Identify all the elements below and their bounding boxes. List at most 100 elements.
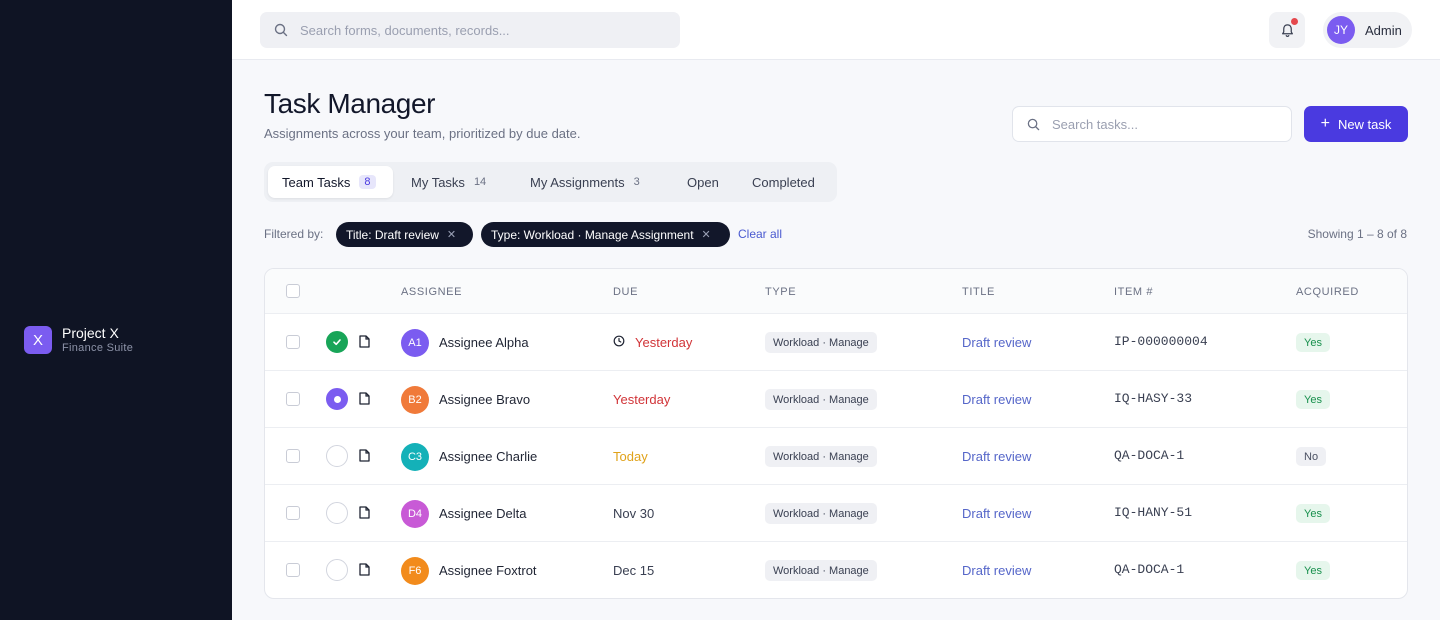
item-number: QA-DOCA-1 — [1114, 448, 1185, 463]
due-date: Yesterday — [613, 392, 670, 407]
document-icon — [359, 563, 370, 581]
item-number: IP-000000004 — [1114, 334, 1208, 349]
tab-label: Team Tasks — [282, 174, 351, 190]
column-header[interactable]: DUE — [613, 286, 638, 298]
column-header[interactable]: ITEM # — [1114, 286, 1153, 298]
sidebar: X Project X Finance Suite — [0, 0, 232, 620]
table-row[interactable]: B2 Assignee Bravo Yesterday Workload · Mana… — [265, 371, 1407, 428]
user-menu[interactable]: JY Admin — [1323, 12, 1412, 48]
task-search-input[interactable] — [1052, 116, 1272, 132]
column-header[interactable]: ACQUIRED — [1296, 286, 1359, 298]
type-badge: Workload · Manage — [765, 560, 877, 581]
close-icon[interactable]: ✕ — [702, 228, 711, 241]
new-task-label: New task — [1337, 116, 1392, 132]
tab-count: 3 — [633, 176, 640, 188]
due-label: Dec 15 — [613, 563, 655, 578]
page-title: Task Manager — [264, 88, 436, 119]
clear-filters-link[interactable]: Clear all — [738, 227, 782, 241]
column-header[interactable]: ASSIGNEE — [401, 286, 462, 298]
due-label: Nov 30 — [613, 506, 655, 521]
assignee-name: Assignee Bravo — [439, 392, 531, 407]
task-title-link[interactable]: Draft review — [962, 335, 1031, 350]
due-date: Dec 15 — [613, 563, 654, 578]
type-badge: Workload · Manage — [765, 389, 877, 410]
column-header[interactable]: TYPE — [765, 286, 796, 298]
avatar: JY — [1327, 16, 1355, 44]
filter-chip-type[interactable]: Type: Workload · Manage Assignment ✕ — [481, 222, 730, 247]
type-badge: Workload · Manage — [765, 332, 877, 353]
notification-dot — [1291, 18, 1298, 25]
tab-label: Completed — [752, 174, 815, 190]
results-count: Showing 1 – 8 of 8 — [1307, 227, 1407, 241]
task-title-link[interactable]: Draft review — [962, 563, 1031, 578]
close-icon[interactable]: ✕ — [447, 228, 456, 241]
due-date: Nov 30 — [613, 506, 654, 521]
status-open-icon[interactable] — [326, 445, 348, 467]
avatar: D4 — [401, 500, 429, 528]
notifications-button[interactable] — [1269, 12, 1305, 48]
document-icon — [359, 335, 370, 353]
filter-chip-label: Title: Draft review — [346, 227, 439, 242]
filter-chip-title[interactable]: Title: Draft review ✕ — [336, 222, 473, 247]
brand-subtitle: Finance Suite — [62, 342, 134, 354]
task-title-link[interactable]: Draft review — [962, 449, 1031, 464]
filter-chip-label: Type: Workload · Manage Assignment — [491, 227, 694, 242]
avatar: C3 — [401, 443, 429, 471]
table-row[interactable]: A1 Assignee Alpha Yesterday Workload · Mana… — [265, 314, 1407, 371]
avatar: A1 — [401, 329, 429, 357]
assignee-name: Assignee Foxtrot — [439, 563, 537, 578]
document-icon — [359, 392, 370, 410]
tab-label: My Assignments — [530, 174, 625, 190]
column-header[interactable]: TITLE — [962, 286, 995, 298]
assignee-name: Assignee Alpha — [439, 335, 529, 350]
acquired-badge: Yes — [1296, 504, 1330, 523]
topbar: JY Admin — [232, 0, 1440, 60]
status-open-icon[interactable] — [326, 559, 348, 581]
plus-icon: + — [1320, 115, 1330, 132]
tab-completed[interactable]: Completed — [738, 166, 833, 198]
tab-label: My Tasks — [411, 174, 465, 190]
due-date: Yesterday — [613, 335, 692, 350]
avatar: B2 — [401, 386, 429, 414]
clock-icon — [613, 335, 625, 350]
page-subtitle: Assignments across your team, prioritize… — [264, 126, 581, 141]
status-open-icon[interactable] — [326, 502, 348, 524]
user-name: Admin — [1365, 22, 1402, 38]
acquired-badge: No — [1296, 447, 1327, 466]
item-number: IQ-HANY-51 — [1114, 505, 1193, 520]
tab-my-assignments[interactable]: My Assignments 3 — [516, 166, 664, 198]
table-row[interactable]: D4 Assignee Delta Nov 30 Workload · Manage D… — [265, 485, 1407, 542]
check-icon[interactable] — [326, 331, 348, 353]
tab-open[interactable]: Open — [673, 166, 733, 198]
filter-label: Filtered by: — [264, 227, 324, 241]
acquired-badge: Yes — [1296, 390, 1330, 409]
task-title-link[interactable]: Draft review — [962, 506, 1031, 521]
table-row[interactable]: C3 Assignee Charlie Today Workload · Manage… — [265, 428, 1407, 485]
row-checkbox[interactable] — [286, 449, 300, 463]
item-number: IQ-HASY-33 — [1114, 391, 1193, 406]
type-badge: Workload · Manage — [765, 446, 877, 467]
tab-my-tasks[interactable]: My Tasks 14 — [397, 166, 507, 198]
type-badge: Workload · Manage — [765, 503, 877, 524]
brand[interactable]: X Project X Finance Suite — [24, 325, 133, 355]
in-progress-icon[interactable] — [326, 388, 348, 410]
acquired-badge: Yes — [1296, 561, 1330, 580]
row-checkbox[interactable] — [286, 506, 300, 520]
tab-team-tasks[interactable]: Team Tasks 8 — [268, 166, 393, 198]
new-task-button[interactable]: + New task — [1304, 106, 1408, 142]
global-search-input[interactable] — [300, 22, 660, 38]
task-search[interactable] — [1012, 106, 1292, 142]
row-checkbox[interactable] — [286, 563, 300, 577]
document-icon — [359, 449, 370, 467]
select-all-checkbox[interactable] — [286, 284, 300, 298]
table-header: ASSIGNEE DUE TYPE TITLE ITEM # ACQUIRED — [265, 269, 1407, 314]
task-title-link[interactable]: Draft review — [962, 392, 1031, 407]
global-search[interactable] — [260, 12, 680, 48]
table-row[interactable]: F6 Assignee Foxtrot Dec 15 Workload · Manag… — [265, 542, 1407, 598]
item-number: QA-DOCA-1 — [1114, 562, 1185, 577]
tab-label: Open — [687, 174, 719, 190]
row-checkbox[interactable] — [286, 392, 300, 406]
assignee-name: Assignee Charlie — [439, 449, 538, 464]
tab-count: 14 — [473, 176, 487, 188]
row-checkbox[interactable] — [286, 335, 300, 349]
